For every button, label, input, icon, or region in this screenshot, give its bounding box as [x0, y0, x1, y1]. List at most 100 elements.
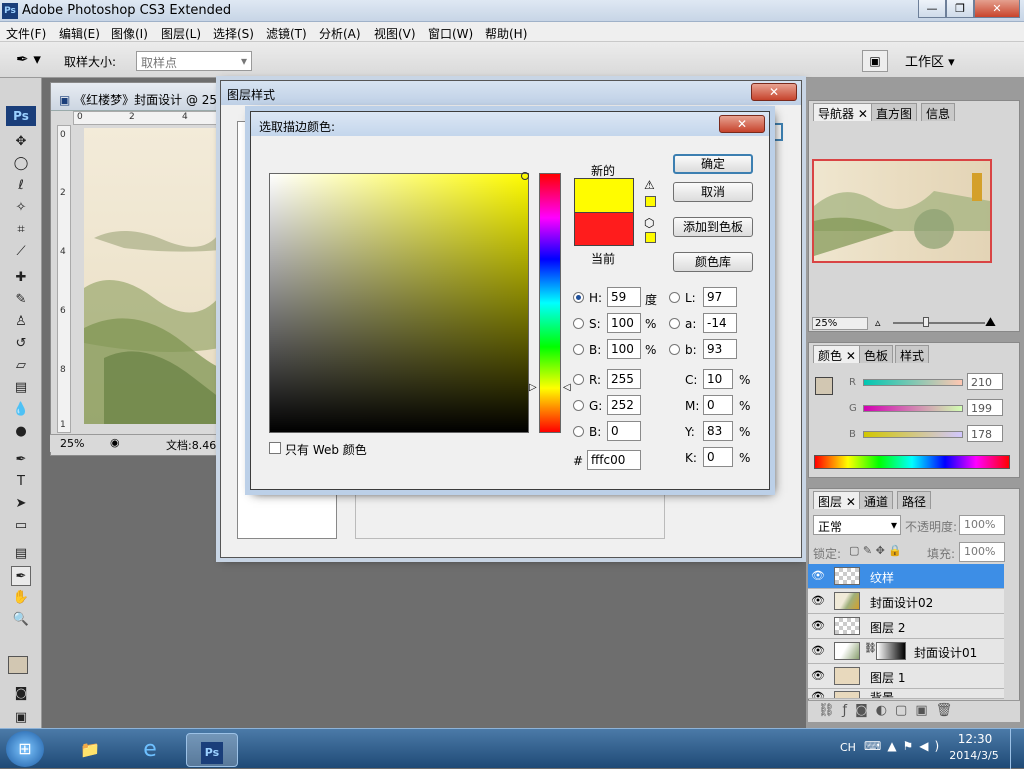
language-indicator[interactable]: CH [840, 741, 856, 754]
layer-row[interactable]: 👁 ⛓ 封面设计01 [808, 639, 1004, 664]
ok-button[interactable]: 确定 [673, 154, 753, 174]
visibility-eye-icon[interactable]: 👁 [810, 670, 826, 682]
lab-b-input[interactable]: 93 [703, 339, 737, 359]
visibility-eye-icon[interactable]: 👁 [810, 570, 826, 582]
clock-time[interactable]: 12:30 [955, 732, 995, 746]
move-tool-icon[interactable]: ✥ [11, 132, 31, 152]
web-safe-color-swatch[interactable] [645, 232, 656, 243]
layer-name[interactable]: 封面设计01 [914, 644, 977, 661]
blue-input[interactable]: 0 [607, 421, 641, 441]
blend-mode-select[interactable]: 正常 ▾ [813, 515, 901, 535]
tab-color[interactable]: 颜色 ✕ [813, 345, 861, 363]
foreground-swatch[interactable] [815, 377, 833, 395]
clock-date[interactable]: 2014/3/5 [944, 749, 1004, 762]
lab-l-input[interactable]: 97 [703, 287, 737, 307]
menu-analysis[interactable]: 分析(A) [319, 25, 361, 42]
eraser-tool-icon[interactable]: ▱ [11, 356, 31, 376]
zoom-out-icon[interactable]: ▵ [875, 316, 881, 329]
hue-input[interactable]: 59 [607, 287, 641, 307]
menu-file[interactable]: 文件(F) [6, 25, 46, 42]
b-channel-slider[interactable] [863, 431, 963, 438]
layer-name[interactable]: 纹样 [870, 569, 894, 586]
tab-histogram[interactable]: 直方图 [871, 103, 918, 121]
layer-row[interactable]: 👁 图层 2 [808, 614, 1004, 639]
hue-slider-left-arrow[interactable]: ▷ [529, 382, 537, 393]
layer-name[interactable]: 图层 2 [870, 619, 905, 636]
layer-mask-thumbnail[interactable] [876, 642, 906, 660]
layer-style-close-button[interactable]: ✕ [751, 83, 797, 101]
brush-tool-icon[interactable]: ✎ [11, 290, 31, 310]
color-picker-close-button[interactable]: ✕ [719, 115, 765, 133]
stamp-tool-icon[interactable]: ♙ [11, 312, 31, 332]
g-channel-input[interactable]: 199 [967, 399, 1003, 416]
r-channel-input[interactable]: 210 [967, 373, 1003, 390]
tray-icons[interactable]: ⌨▲⚑◀) [864, 739, 945, 753]
bridge-icon[interactable]: ▣ [862, 50, 888, 72]
web-safe-cube-icon[interactable]: ⬡ [644, 216, 654, 230]
tab-layers[interactable]: 图层 ✕ [813, 491, 861, 509]
gradient-tool-icon[interactable]: ▤ [11, 378, 31, 398]
visibility-eye-icon[interactable]: 👁 [810, 645, 826, 657]
navigator-zoom-input[interactable]: 25% [812, 317, 868, 330]
zoom-level[interactable]: 25% [60, 437, 84, 450]
menu-select[interactable]: 选择(S) [213, 25, 254, 42]
hand-tool-icon[interactable]: ✋ [11, 588, 31, 608]
b-channel-input[interactable]: 178 [967, 425, 1003, 442]
type-tool-icon[interactable]: T [11, 472, 31, 492]
screen-mode-icon[interactable]: ▣ [11, 708, 31, 728]
hex-input[interactable]: fffc00 [587, 450, 641, 470]
menu-image[interactable]: 图像(I) [111, 25, 148, 42]
radio-saturation[interactable] [573, 318, 584, 329]
crop-tool-icon[interactable]: ⌗ [11, 220, 31, 240]
yellow-input[interactable]: 83 [703, 421, 733, 441]
tab-navigator[interactable]: 导航器 ✕ [813, 103, 873, 121]
history-brush-icon[interactable]: ↺ [11, 334, 31, 354]
foreground-color-swatch[interactable] [8, 656, 28, 674]
layer-name[interactable]: 背景 [870, 689, 894, 698]
navigator-preview[interactable] [812, 159, 992, 263]
lab-a-input[interactable]: -14 [703, 313, 737, 333]
zoom-tool-icon[interactable]: 🔍 [11, 610, 31, 630]
tab-swatches[interactable]: 色板 [859, 345, 894, 363]
path-select-icon[interactable]: ➤ [11, 494, 31, 514]
photoshop-taskbar-icon[interactable]: Ps [186, 733, 238, 767]
sample-size-select[interactable]: 取样点 ▾ [136, 51, 252, 71]
lock-icons[interactable]: ▢ ✎ ✥ 🔒 [849, 544, 902, 557]
lasso-tool-icon[interactable]: ℓ [11, 176, 31, 196]
radio-red[interactable] [573, 374, 584, 385]
hue-slider-right-arrow[interactable]: ◁ [563, 382, 571, 393]
visibility-eye-icon[interactable]: 👁 [810, 620, 826, 632]
menu-filter[interactable]: 滤镜(T) [266, 25, 307, 42]
status-menu-icon[interactable]: ◉ [110, 436, 120, 449]
cancel-button[interactable]: 取消 [673, 182, 753, 202]
color-field-marker[interactable] [521, 172, 529, 180]
menu-view[interactable]: 视图(V) [374, 25, 416, 42]
close-button[interactable]: ✕ [974, 0, 1020, 18]
internet-explorer-icon[interactable]: e [124, 733, 176, 767]
healing-brush-icon[interactable]: ✚ [11, 268, 31, 288]
layer-row[interactable]: 👁 封面设计02 [808, 589, 1004, 614]
opacity-input[interactable]: 100% [959, 515, 1005, 535]
tab-info[interactable]: 信息 [921, 103, 956, 121]
brightness-input[interactable]: 100 [607, 339, 641, 359]
radio-green[interactable] [573, 400, 584, 411]
document-canvas[interactable] [84, 128, 220, 424]
add-to-swatches-button[interactable]: 添加到色板 [673, 217, 753, 237]
minimize-button[interactable]: — [918, 0, 946, 18]
tab-paths[interactable]: 路径 [897, 491, 932, 509]
fill-input[interactable]: 100% [959, 542, 1005, 562]
blur-tool-icon[interactable]: 💧 [11, 400, 31, 420]
magenta-input[interactable]: 0 [703, 395, 733, 415]
tab-styles[interactable]: 样式 [895, 345, 930, 363]
tab-channels[interactable]: 通道 [859, 491, 894, 509]
start-button-icon[interactable]: ⊞ [6, 731, 44, 767]
web-only-checkbox[interactable] [269, 442, 281, 454]
explorer-icon[interactable]: 📁 [64, 733, 116, 767]
menu-window[interactable]: 窗口(W) [428, 25, 473, 42]
color-field[interactable] [269, 173, 529, 433]
radio-brightness[interactable] [573, 344, 584, 355]
layer-row[interactable]: 👁 背景 [808, 689, 1004, 699]
layer-row[interactable]: 👁 纹样 [808, 564, 1004, 589]
red-input[interactable]: 255 [607, 369, 641, 389]
saturation-input[interactable]: 100 [607, 313, 641, 333]
